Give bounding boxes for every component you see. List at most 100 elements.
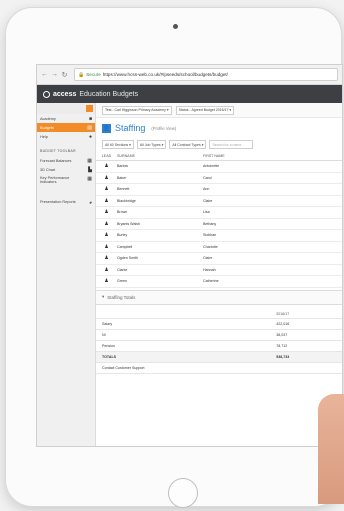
forward-arrow-icon[interactable]: → <box>51 71 58 78</box>
calendar-icon: ▦ <box>87 157 92 164</box>
surname-cell: Burley <box>117 229 203 242</box>
person-icon: ♟ <box>104 209 109 216</box>
column-header-surname[interactable]: SURNAME <box>117 151 203 161</box>
person-cell: ♟ <box>96 195 117 207</box>
table-row[interactable]: ♟ Barlow Antoinette <box>96 160 342 173</box>
person-cell: ♟ <box>96 252 117 265</box>
surname-cell: Bryants Walsh <box>117 218 203 230</box>
search-input[interactable]: Search for a name... <box>209 140 254 149</box>
totals-label: NI <box>96 329 271 341</box>
table-row[interactable]: ♟ Bennett Ann <box>96 183 342 196</box>
surname-cell: Clarke <box>117 264 203 276</box>
first-name-cell: Antoinette <box>203 160 342 173</box>
person-cell: ♟ <box>96 172 117 184</box>
surname-cell: Campbell <box>117 241 203 253</box>
first-name-cell: Hannah <box>203 264 342 276</box>
person-cell: ♟ <box>96 218 117 230</box>
table-row[interactable]: ♟ Campbell Charlotte <box>96 241 342 253</box>
person-icon: ♟ <box>104 186 109 193</box>
table-row[interactable]: ♟ Clarke Hannah <box>96 264 342 276</box>
support-link[interactable]: Contact Customer Support <box>96 362 342 374</box>
person-icon: ♟ <box>104 232 109 239</box>
column-header-lead[interactable]: LEAD <box>96 151 117 161</box>
sidebar-tool-kpi[interactable]: Key Performance Indicators ▦ <box>37 174 95 190</box>
table-row[interactable]: ♟ Ogden Smith Claire <box>96 252 342 265</box>
budget-select[interactable]: Status - Agreed Budget 2016/17 ▾ <box>175 105 235 115</box>
totals-sum-label: TOTALS <box>96 351 271 363</box>
section-filter[interactable]: All 60 Sections ▾ <box>102 140 134 149</box>
sidebar-item-label: Budgets <box>40 125 54 130</box>
person-icon: ♟ <box>104 243 109 250</box>
sidebar: Academy ■ Budgets ▤ Help ● BUDGET TOOLBA… <box>37 103 96 446</box>
table-row[interactable]: ♟ Green Catherine <box>96 275 342 288</box>
chart-icon: ▤ <box>87 124 92 131</box>
table-icon: ▦ <box>87 176 92 182</box>
column-header-first-name[interactable]: FIRST NAME <box>203 151 342 161</box>
totals-label: Pension <box>96 340 271 352</box>
table-row[interactable]: ♟ Brown Lisa <box>96 206 342 219</box>
people-icon: 👤 <box>102 123 111 133</box>
contract-type-filter[interactable]: All Contract Types ▾ <box>169 140 207 149</box>
surname-cell: Brown <box>117 206 203 219</box>
sidebar-item-label: Help <box>40 134 48 139</box>
sidebar-item-label: Academy <box>40 116 56 121</box>
totals-label-header <box>96 309 271 319</box>
sidebar-tool-presentation[interactable]: Presentation Reports ◕ <box>37 198 95 214</box>
access-logo-icon <box>43 90 50 98</box>
app-title: Education Budgets <box>79 90 139 98</box>
help-icon: ● <box>88 133 92 140</box>
url-text: https://www.hcss-web.co.uk/#/pseeds/scho… <box>102 72 228 77</box>
sidebar-tool-forecast[interactable]: Forecast Balances ▦ <box>37 156 95 165</box>
first-name-cell: Catherine <box>203 275 342 288</box>
sidebar-item-budgets[interactable]: Budgets ▤ <box>37 123 95 132</box>
job-type-filter[interactable]: All Job Types ▾ <box>136 140 167 149</box>
pie-chart-icon: ◕ <box>88 200 92 206</box>
table-row[interactable]: ♟ Burley Siobhan <box>96 229 342 242</box>
staffing-title: Staffing <box>115 123 146 133</box>
sidebar-item-label: Key Performance Indicators <box>40 176 70 184</box>
table-row[interactable]: ♟ Bryants Walsh Bethany <box>96 218 342 230</box>
surname-cell: Baker <box>117 172 203 184</box>
tablet-device: ← → ↻ 🔒 Secure https://www.hcss-web.co.u… <box>6 8 343 508</box>
table-row[interactable]: ♟ Baker Carol <box>96 172 342 184</box>
staffing-header: 👤 Staffing (Profile View) <box>96 118 342 138</box>
reload-icon[interactable]: ↻ <box>61 71 68 79</box>
staffing-subtitle: (Profile View) <box>151 125 177 131</box>
school-select[interactable]: Test - Carl Higginson Primary Academy ▾ <box>102 105 172 115</box>
screen: ← → ↻ 🔒 Secure https://www.hcss-web.co.u… <box>36 64 343 447</box>
first-name-cell: Carol <box>203 172 342 184</box>
school-select-value: Test - Carl Higginson Primary Academy <box>105 108 166 112</box>
totals-value: 422,016 <box>270 318 342 330</box>
table-header-row: LEAD SURNAME FIRST NAME <box>96 151 342 161</box>
back-arrow-icon[interactable]: ← <box>41 71 48 78</box>
menu-toggle-icon[interactable] <box>86 105 93 112</box>
sidebar-item-label: Forecast Balances <box>40 158 72 163</box>
job-type-filter-value: All Job Types <box>139 142 161 147</box>
table-row[interactable]: ♟ Blackbridge Claire <box>96 195 342 207</box>
surname-cell: Barlow <box>117 160 203 173</box>
first-name-cell: Claire <box>203 252 342 265</box>
hand-holding-tablet <box>318 394 344 504</box>
lock-icon: 🔒 <box>78 71 85 78</box>
totals-label: Salary <box>96 318 271 330</box>
person-cell: ♟ <box>96 160 117 173</box>
staffing-totals-header[interactable]: ▾ Staffing Totals <box>96 289 342 305</box>
sidebar-item-label: Presentation Reports <box>40 200 76 204</box>
person-icon: ♟ <box>104 220 109 227</box>
totals-value: 38,037 <box>270 329 342 341</box>
support-row[interactable]: Contact Customer Support <box>96 362 342 374</box>
first-name-cell: Lisa <box>203 206 342 219</box>
person-icon: ♟ <box>104 255 109 262</box>
sidebar-item-academy[interactable]: Academy ■ <box>37 114 95 123</box>
budget-select-value: Status - Agreed Budget 2016/17 <box>178 108 229 112</box>
first-name-cell: Claire <box>203 195 342 207</box>
sidebar-item-help[interactable]: Help ● <box>37 132 95 141</box>
search-placeholder: Search for a name... <box>212 142 245 147</box>
totals-column-header: 2016/17 <box>270 309 342 319</box>
person-icon: ♟ <box>104 197 109 204</box>
person-cell: ♟ <box>96 229 117 242</box>
sidebar-tool-3d-chart[interactable]: 3D Chart ▙ <box>37 165 95 174</box>
surname-cell: Ogden Smith <box>117 252 203 265</box>
address-bar[interactable]: 🔒 Secure https://www.hcss-web.co.uk/#/ps… <box>74 68 338 81</box>
home-button[interactable] <box>168 478 198 508</box>
